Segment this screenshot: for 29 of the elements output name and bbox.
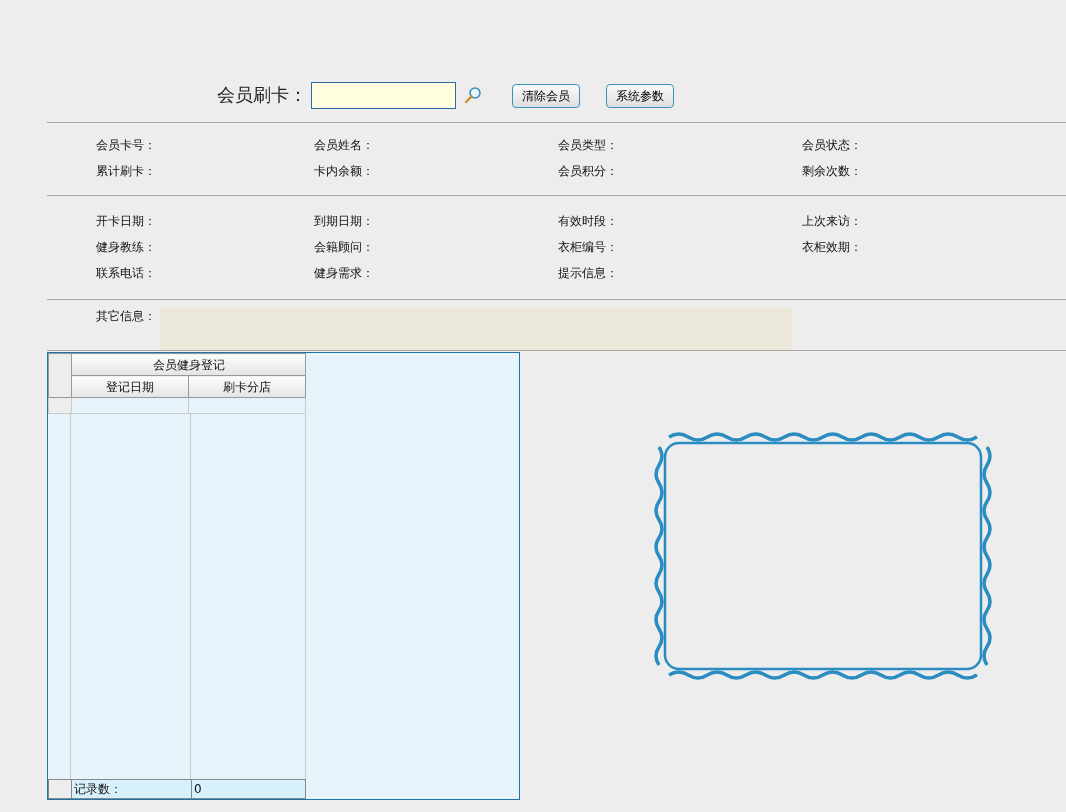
field-label: 健身教练： xyxy=(96,239,157,256)
field-label: 累计刷卡： xyxy=(96,163,157,180)
field-label: 开卡日期： xyxy=(96,213,157,230)
field-label: 衣柜效期： xyxy=(802,239,863,256)
field-label: 卡内余额： xyxy=(314,163,375,180)
group-header: 会员健身登记 xyxy=(71,353,306,376)
search-icon[interactable] xyxy=(464,86,482,104)
other-info-field[interactable] xyxy=(160,308,792,350)
field-label: 有效时段： xyxy=(558,213,619,230)
record-count-value: 0 xyxy=(191,779,306,799)
field-label: 到期日期： xyxy=(314,213,375,230)
field-label: 会员类型： xyxy=(558,137,619,154)
field-label: 健身需求： xyxy=(314,265,375,282)
swipe-card-label: 会员刷卡： xyxy=(217,83,307,107)
field-label: 会员卡号： xyxy=(96,137,157,154)
field-label: 其它信息： xyxy=(96,308,156,325)
toolbar-button[interactable]: 清除会员 xyxy=(512,84,580,108)
card-input-field[interactable] xyxy=(311,82,456,109)
field-label: 会籍顾问： xyxy=(314,239,375,256)
field-label: 会员状态： xyxy=(802,137,863,154)
toolbar-button[interactable]: 系统参数 xyxy=(606,84,674,108)
field-label: 提示信息： xyxy=(558,265,619,282)
field-label: 会员积分： xyxy=(558,163,619,180)
field-label: 剩余次数： xyxy=(802,163,863,180)
field-label: 会员姓名： xyxy=(314,137,375,154)
record-count-label: 记录数： xyxy=(71,779,192,799)
field-label: 上次来访： xyxy=(802,213,863,230)
field-label: 衣柜编号： xyxy=(558,239,619,256)
field-label: 联系电话： xyxy=(96,265,157,282)
